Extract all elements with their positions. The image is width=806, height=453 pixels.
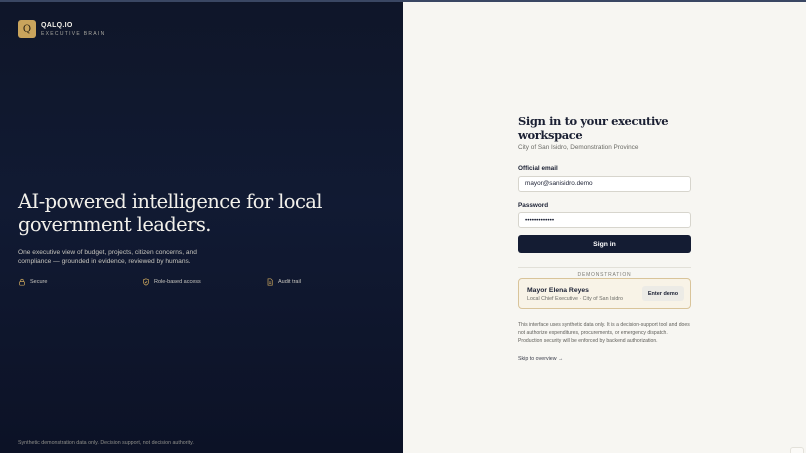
feature-list: Secure Role-based access Audit trail [18, 278, 308, 290]
brand-name: QALQ.IO [41, 21, 73, 29]
brand-text: QALQ.IO EXECUTIVE BRAIN [41, 21, 106, 38]
feature-role-based-access: Role-based access [142, 278, 201, 286]
form-title: Sign in to your executive workspace [518, 114, 669, 142]
hero-copy: AI-powered intelligence for local govern… [18, 190, 358, 266]
password-label: Password [518, 201, 549, 209]
sign-in-button[interactable]: Sign in [518, 235, 691, 253]
signin-panel: Sign in to your executive workspace City… [403, 0, 806, 453]
enter-demo-button[interactable]: Enter demo [642, 286, 684, 301]
email-field[interactable] [518, 175, 691, 192]
divider-line [518, 267, 691, 268]
left-footnote: Synthetic demonstration data only. Decis… [18, 440, 194, 446]
skip-to-overview-link[interactable]: Skip to overview → [518, 356, 563, 362]
email-label: Official email [518, 165, 558, 172]
shield-check-icon [143, 278, 149, 286]
feature-label: Role-based access [154, 279, 201, 285]
brand: Q QALQ.IO EXECUTIVE BRAIN [18, 20, 106, 38]
signin-form: Sign in to your executive workspace City… [518, 114, 691, 365]
feature-audit-trail: Audit trail [266, 278, 301, 286]
top-accent-line [0, 0, 806, 2]
disclaimer-text: This interface uses synthetic data only.… [518, 322, 690, 344]
demo-account-role: Local Chief Executive · City of San Isid… [527, 296, 623, 302]
hero-panel: Q QALQ.IO EXECUTIVE BRAIN AI-powered int… [0, 0, 403, 453]
feature-secure: Secure [18, 278, 47, 286]
lock-icon [19, 278, 25, 286]
demo-account-name: Mayor Elena Reyes [527, 287, 589, 294]
corner-widget[interactable] [790, 447, 804, 453]
demo-account-card: Mayor Elena Reyes Local Chief Executive … [518, 278, 691, 309]
password-field[interactable] [518, 212, 691, 228]
hero-headline: AI-powered intelligence for local govern… [18, 190, 323, 236]
document-icon [267, 278, 273, 286]
logo-icon: Q [18, 20, 36, 38]
feature-label: Secure [30, 279, 48, 285]
feature-label: Audit trail [278, 279, 301, 285]
brand-tagline: EXECUTIVE BRAIN [41, 30, 106, 37]
demonstration-divider: DEMONSTRATION [518, 263, 691, 278]
hero-description: One executive view of budget, projects, … [18, 249, 197, 265]
form-subtitle: City of San Isidro, Demonstration Provin… [518, 144, 639, 151]
